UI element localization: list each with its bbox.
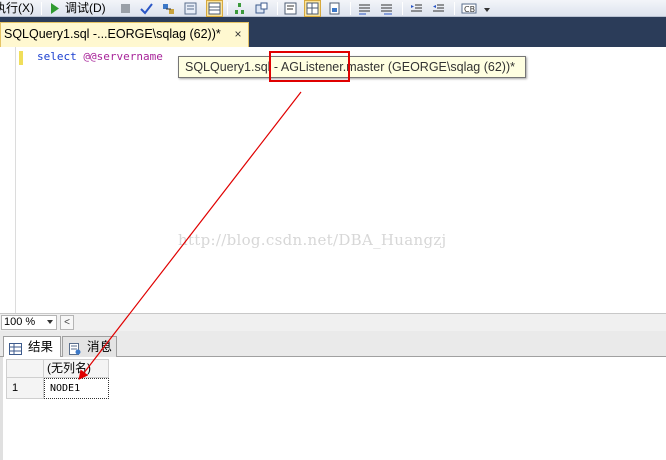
tab-results-label: 结果 [28, 340, 54, 354]
results-to-grid-icon[interactable] [206, 0, 223, 17]
grid-cell[interactable]: NODE1 [44, 378, 109, 399]
toolbar-separator [41, 2, 42, 15]
query-options-icon[interactable] [184, 2, 197, 15]
editor-margin [15, 47, 16, 313]
tab-tooltip: SQLQuery1.sql - AGListener.master (GEORG… [178, 56, 526, 78]
scroll-left-button[interactable]: < [60, 315, 74, 330]
horizontal-scrollbar[interactable] [76, 316, 666, 329]
results-to-file-icon[interactable] [328, 2, 341, 15]
toolbar-separator [402, 2, 403, 15]
editor-statusbar: 100 % < [0, 313, 666, 331]
execute-button[interactable]: 执行(X) [0, 1, 34, 16]
document-tab-strip: SQLQuery1.sql -...EORGE\sqlag (62))* × [0, 17, 666, 47]
close-tab-button[interactable]: × [232, 28, 244, 40]
query-plan-icon[interactable] [162, 2, 175, 15]
tab-messages[interactable]: 消息 [62, 336, 117, 357]
change-indicator [19, 51, 23, 65]
results-grid: (无列名) 1 NODE1 [0, 357, 666, 460]
tab-title: SQLQuery1.sql -...EORGE\sqlag (62))* [4, 27, 221, 41]
uncomment-icon[interactable] [380, 2, 393, 15]
client-stats-icon[interactable] [255, 2, 268, 15]
toolbar-separator [227, 2, 228, 15]
comment-icon[interactable] [358, 2, 371, 15]
decrease-indent-icon[interactable] [410, 2, 423, 15]
tab-sqlquery1[interactable]: SQLQuery1.sql -...EORGE\sqlag (62))* × [0, 22, 249, 47]
tab-messages-label: 消息 [87, 340, 113, 354]
zoom-dropdown[interactable]: 100 % [1, 315, 57, 330]
code-line[interactable]: select @@servername [37, 50, 163, 64]
debug-button[interactable]: 调试(D) [65, 1, 106, 16]
message-icon [68, 341, 81, 355]
specify-values-icon[interactable]: CB [461, 2, 477, 15]
results-grid-toggle-icon[interactable] [304, 0, 321, 17]
tab-results[interactable]: 结果 [3, 336, 61, 358]
include-plan-icon[interactable] [233, 2, 246, 15]
stop-icon[interactable] [119, 2, 132, 15]
column-header[interactable]: (无列名) [44, 359, 109, 378]
chevron-down-icon [47, 320, 53, 324]
annotation-highlight-box [269, 51, 350, 82]
query-editor[interactable]: select @@servername http://blog.csdn.net… [0, 47, 666, 313]
results-to-text-icon[interactable] [284, 2, 297, 15]
watermark: http://blog.csdn.net/DBA_Huangzj [178, 231, 447, 249]
toolbar-separator [350, 2, 351, 15]
results-tab-strip: 结果 消息 [0, 331, 666, 358]
play-icon [48, 2, 61, 15]
toolbar-separator [277, 2, 278, 15]
sql-variable: @@servername [83, 50, 163, 63]
row-number[interactable]: 1 [6, 378, 44, 399]
toolbar-overflow-icon[interactable] [481, 2, 494, 15]
toolbar-separator [454, 2, 455, 15]
parse-check-icon[interactable] [140, 2, 153, 15]
sql-keyword: select [37, 50, 77, 63]
grid-icon [9, 341, 22, 355]
increase-indent-icon[interactable] [432, 2, 445, 15]
toolbar: 执行(X) 调试(D) CB [0, 0, 666, 17]
grid-corner[interactable] [6, 359, 44, 378]
zoom-value: 100 % [4, 316, 36, 328]
svg-text:CB: CB [464, 5, 475, 14]
